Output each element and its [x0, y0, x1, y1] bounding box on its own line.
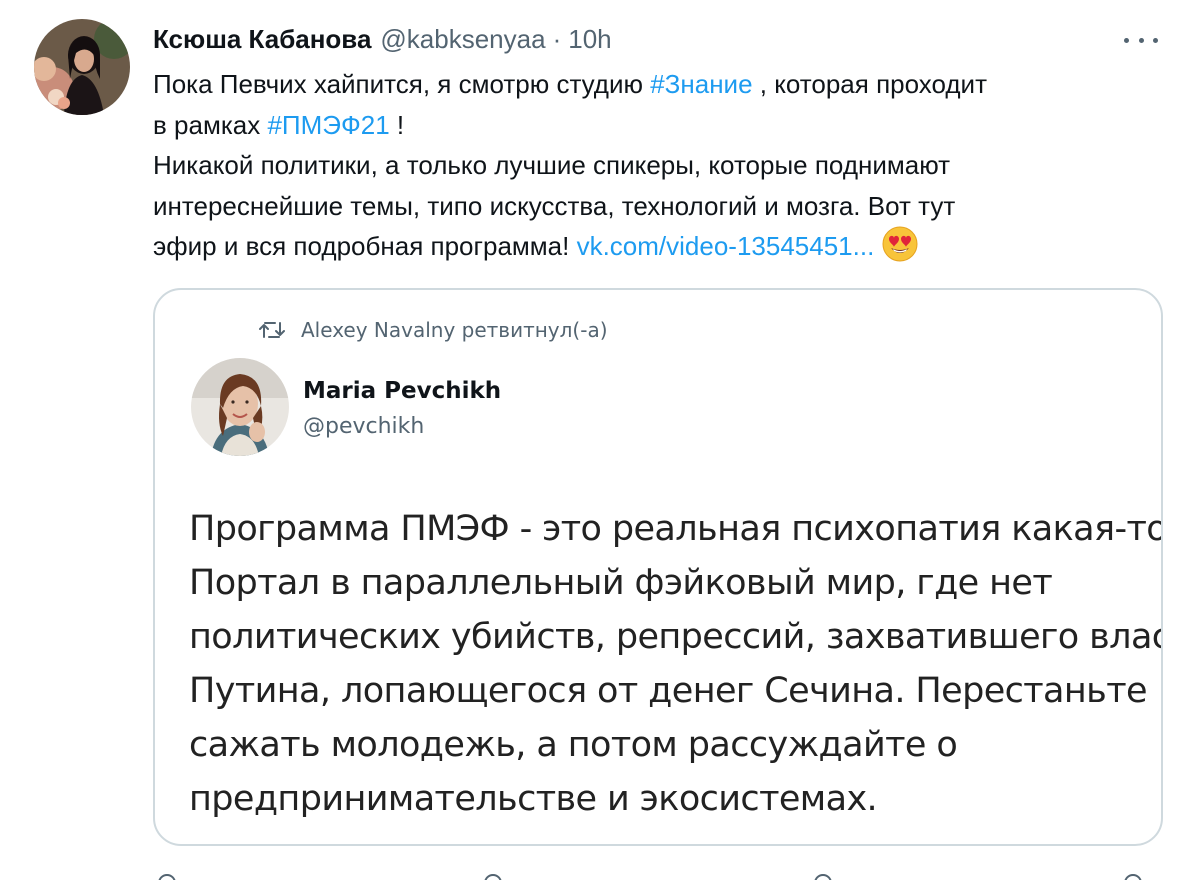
- quoted-text-line: сажать молодежь, а потом рассуждайте о: [189, 725, 958, 765]
- author-handle[interactable]: @kabksenyaa: [380, 24, 545, 55]
- text-segment: , которая проходит: [752, 69, 987, 99]
- author-name[interactable]: Ксюша Кабанова: [153, 24, 371, 55]
- retweet-text: Alexey Navalny ретвитнул(-а): [301, 318, 608, 342]
- tweet-header: Ксюша Кабанова @kabksenyaa · 10h: [153, 22, 612, 56]
- hashtag-link[interactable]: #ПМЭФ21: [267, 110, 389, 140]
- tweet-text-line: в рамках #ПМЭФ21 !: [153, 105, 1163, 146]
- author-avatar[interactable]: [34, 19, 130, 115]
- tweet-timestamp[interactable]: 10h: [568, 24, 611, 55]
- text-segment: в рамках: [153, 109, 268, 140]
- quoted-text-line: предпринимательстве и экосистемах.: [189, 779, 878, 819]
- quoted-author-avatar[interactable]: [191, 358, 289, 456]
- tweet-text-line: Никакой политики, а только лучшие спикер…: [153, 150, 951, 180]
- retweet-icon: [259, 322, 285, 338]
- quoted-text-line: Программа ПМЭФ - это реальная психопатия…: [189, 509, 1163, 549]
- url-link[interactable]: vk.com/video-13545451...: [577, 231, 875, 261]
- tweet-text-line: Пока Певчих хайпится, я смотрю студию #З…: [153, 64, 1163, 105]
- quoted-author-name[interactable]: Maria Pevchikh: [303, 378, 501, 404]
- heart-eyes-emoji-icon: [882, 226, 918, 262]
- quoted-text-line: Путина, лопающегося от денег Сечина. Пер…: [189, 671, 1148, 711]
- text-segment: !: [389, 109, 405, 140]
- text-segment: эфир и вся подробная программа!: [153, 231, 577, 261]
- hashtag-link[interactable]: #Знание: [650, 69, 752, 99]
- quoted-tweet-text: Программа ПМЭФ - это реальная психопатия…: [189, 502, 1163, 826]
- separator-dot: ·: [552, 23, 562, 54]
- tweet-text-line: эфир и вся подробная программа! vk.com/v…: [153, 226, 1163, 267]
- text-segment: Пока Певчих хайпится, я смотрю студию: [153, 69, 651, 99]
- quoted-tweet-card[interactable]: Alexey Navalny ретвитнул(-а) Maria Pevch…: [153, 288, 1163, 846]
- tweet[interactable]: Ксюша Кабанова @kabksenyaa · 10h Пока Пе…: [0, 0, 1194, 880]
- quoted-author-handle[interactable]: @pevchikh: [303, 414, 424, 439]
- tweet-text: Пока Певчих хайпится, я смотрю студию #З…: [153, 64, 1163, 267]
- quoted-text-line: Портал в параллельный фэйковый мир, где …: [189, 563, 1053, 603]
- retweet-indicator: Alexey Navalny ретвитнул(-а): [259, 318, 608, 342]
- tweet-text-line: интереснейшие темы, типо искусства, техн…: [153, 190, 956, 221]
- action-bar-partial: [153, 868, 1163, 880]
- more-options-icon[interactable]: [1124, 30, 1158, 50]
- quoted-text-line: политических убийств, репрессий, захвати…: [189, 617, 1163, 657]
